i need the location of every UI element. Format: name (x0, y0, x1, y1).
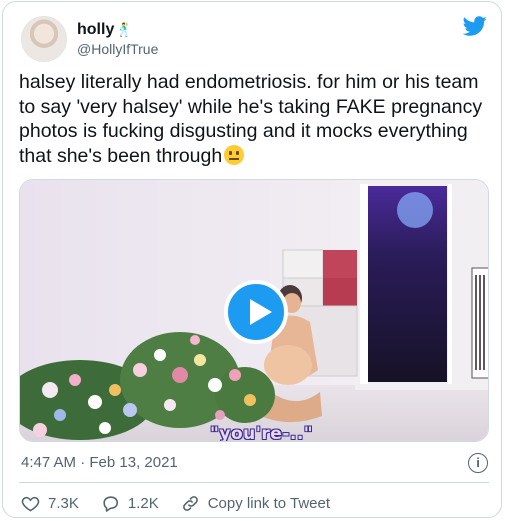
avatar[interactable] (21, 16, 67, 62)
tweet-body: halsey literally had endometriosis. for … (19, 71, 483, 167)
like-button[interactable]: 7.3K (21, 494, 79, 513)
display-name-text[interactable]: holly (77, 21, 114, 38)
tweet-card: holly 🕺 @HollyIfTrue halsey literally had… (2, 1, 502, 518)
tweet-timestamp[interactable]: 4:47 AM · Feb 13, 2021 (21, 454, 178, 471)
video-player[interactable]: "you're-.." (19, 179, 489, 442)
display-name[interactable]: holly 🕺 (77, 20, 158, 40)
heart-icon (21, 496, 40, 512)
dancer-emoji: 🕺 (116, 22, 133, 37)
user-handle[interactable]: @HollyIfTrue (77, 40, 158, 58)
tweet-text: halsey literally had endometriosis. for … (19, 70, 489, 168)
info-icon[interactable]: i (468, 453, 488, 473)
author-block[interactable]: holly 🕺 @HollyIfTrue (77, 20, 158, 58)
copy-link-label: Copy link to Tweet (207, 494, 331, 512)
tweet-header: holly 🕺 @HollyIfTrue (17, 12, 489, 64)
link-icon (182, 495, 198, 511)
play-icon[interactable] (224, 280, 288, 344)
twitter-bird-icon[interactable] (463, 14, 487, 38)
reply-icon (103, 495, 118, 512)
reply-button[interactable]: 1.2K (101, 494, 159, 513)
copy-link-button[interactable]: Copy link to Tweet (181, 494, 330, 513)
video-caption: "you're-.." (210, 424, 314, 442)
reply-count: 1.2K (127, 494, 159, 512)
action-bar: 7.3K 1.2K Copy link to Tweet (21, 492, 352, 514)
like-count: 7.3K (48, 494, 79, 512)
divider (19, 482, 489, 483)
neutral-face-emoji (224, 144, 245, 165)
